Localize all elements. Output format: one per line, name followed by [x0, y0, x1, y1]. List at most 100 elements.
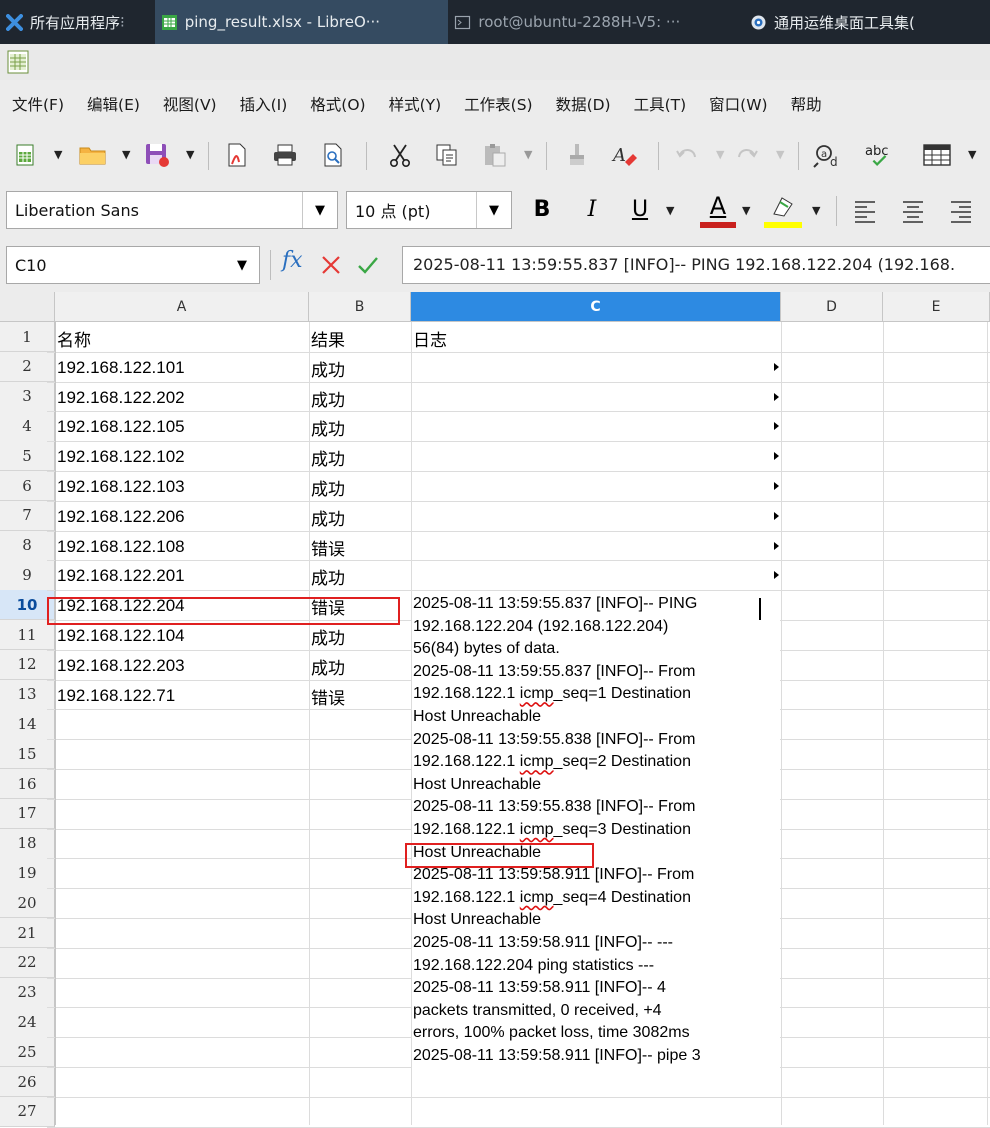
menu-file[interactable]: 文件(F)	[12, 93, 64, 115]
cell-name[interactable]: 192.168.122.108	[48, 537, 185, 557]
print-preview-button[interactable]	[318, 140, 348, 170]
italic-button[interactable]: I	[578, 196, 606, 224]
open-dropdown-arrow[interactable]: ▼	[122, 148, 130, 161]
table-button[interactable]	[922, 140, 952, 170]
table-dropdown-arrow[interactable]: ▼	[968, 148, 976, 161]
cell-name[interactable]: 192.168.122.202	[48, 388, 185, 408]
cell-result[interactable]: 成功	[302, 475, 345, 500]
cell-name[interactable]: 192.168.122.105	[48, 417, 185, 437]
find-replace-button[interactable]: ad	[812, 140, 842, 170]
column-header-d[interactable]: D	[781, 292, 883, 322]
cell-name[interactable]: 192.168.122.103	[48, 477, 185, 497]
row-header[interactable]: 14	[0, 709, 55, 740]
column-header-b[interactable]: B	[309, 292, 411, 322]
font-size-dropdown-icon[interactable]: ▼	[476, 192, 511, 228]
row-header[interactable]: 12	[0, 649, 55, 681]
cell-name[interactable]: 192.168.122.203	[48, 656, 185, 676]
menu-data[interactable]: 数据(D)	[556, 93, 611, 115]
row-header[interactable]: 1	[0, 322, 55, 353]
highlight-dropdown-arrow[interactable]: ▼	[812, 204, 820, 217]
menu-window[interactable]: 窗口(W)	[709, 93, 767, 115]
header-cell-result[interactable]: 结果	[302, 326, 345, 351]
row-header[interactable]: 7	[0, 500, 55, 532]
copy-button[interactable]	[432, 140, 462, 170]
row-header[interactable]: 26	[0, 1067, 55, 1098]
clear-formatting-button[interactable]: A	[610, 140, 640, 170]
save-dropdown-arrow[interactable]: ▼	[186, 148, 194, 161]
menu-view[interactable]: 视图(V)	[163, 93, 217, 115]
formula-input[interactable]: 2025-08-11 13:59:55.837 [INFO]-- PING 19…	[402, 246, 990, 284]
row-header[interactable]: 21	[0, 918, 55, 949]
row-header[interactable]: 2	[0, 351, 55, 383]
underline-dropdown-arrow[interactable]: ▼	[666, 204, 674, 217]
new-document-button[interactable]	[10, 140, 40, 170]
cell-result[interactable]: 成功	[302, 386, 345, 411]
cell-result[interactable]: 错误	[302, 535, 345, 560]
cancel-icon[interactable]	[320, 254, 342, 276]
accept-icon[interactable]	[356, 254, 380, 276]
row-header[interactable]: 5	[0, 441, 55, 472]
column-header-e[interactable]: E	[883, 292, 990, 322]
row-header[interactable]: 18	[0, 828, 55, 859]
cell-name[interactable]: 192.168.122.201	[48, 566, 185, 586]
row-header[interactable]: 27	[0, 1096, 55, 1128]
row-header[interactable]: 9	[0, 560, 55, 591]
cell-name[interactable]: 192.168.122.206	[48, 507, 185, 527]
align-right-button[interactable]	[946, 196, 976, 226]
row-header[interactable]: 6	[0, 471, 55, 502]
cell-result[interactable]: 错误	[302, 684, 345, 709]
menu-sheet[interactable]: 工作表(S)	[464, 93, 532, 115]
row-header[interactable]: 15	[0, 739, 55, 770]
print-button[interactable]	[270, 140, 300, 170]
highlight-button[interactable]	[764, 192, 802, 230]
header-cell-log[interactable]: 日志	[404, 326, 447, 351]
select-all-corner[interactable]	[0, 292, 55, 322]
row-header[interactable]: 13	[0, 679, 55, 710]
export-pdf-button[interactable]	[222, 140, 252, 170]
cell-name[interactable]: 192.168.122.104	[48, 626, 185, 646]
menu-edit[interactable]: 编辑(E)	[87, 93, 140, 115]
font-color-dropdown-arrow[interactable]: ▼	[742, 204, 750, 217]
row-header[interactable]: 25	[0, 1037, 55, 1068]
font-name-box[interactable]: Liberation Sans ▼	[6, 191, 338, 229]
cell-result[interactable]: 成功	[302, 654, 345, 679]
cell-result[interactable]: 成功	[302, 505, 345, 530]
new-dropdown-arrow[interactable]: ▼	[54, 148, 62, 161]
cell-result[interactable]: 成功	[302, 415, 345, 440]
font-size-box[interactable]: 10 点 (pt) ▼	[346, 191, 512, 229]
function-wizard-button[interactable]: fx	[282, 248, 303, 273]
font-color-button[interactable]: A	[700, 192, 736, 230]
undo-dropdown-arrow[interactable]: ▼	[716, 148, 724, 161]
header-cell-name[interactable]: 名称	[48, 326, 91, 351]
redo-dropdown-arrow[interactable]: ▼	[776, 148, 784, 161]
column-header-c[interactable]: C	[411, 292, 781, 322]
row-header[interactable]: 8	[0, 530, 55, 561]
row-header[interactable]: 3	[0, 381, 55, 412]
row-header[interactable]: 4	[0, 411, 55, 442]
font-name-dropdown-icon[interactable]: ▼	[302, 192, 337, 228]
cut-button[interactable]	[385, 140, 415, 170]
clone-formatting-button[interactable]	[562, 140, 592, 170]
cell-result[interactable]: 成功	[302, 356, 345, 381]
open-button[interactable]	[78, 140, 108, 170]
taskbar-app-menu[interactable]: 所有应用程序 ⁝	[0, 0, 155, 44]
cell-result[interactable]: 成功	[302, 564, 345, 589]
cell-name[interactable]: 192.168.122.101	[48, 358, 185, 378]
redo-button[interactable]	[732, 140, 762, 170]
spreadsheet-grid[interactable]: A B C D E 1 2 3 4 5 6 7 8 9 10 11 12 13 14 15 16 17 18 19 2…	[0, 292, 990, 1128]
row-header[interactable]: 23	[0, 977, 55, 1008]
cell-result[interactable]: 成功	[302, 445, 345, 470]
name-box[interactable]: C10 ▼	[6, 246, 260, 284]
row-header[interactable]: 19	[0, 858, 55, 889]
spellcheck-button[interactable]: abc	[864, 140, 894, 170]
row-header[interactable]: 16	[0, 769, 55, 800]
taskbar-window-terminal[interactable]: root@ubuntu-2288H-V5: ···	[448, 0, 744, 44]
row-header[interactable]: 20	[0, 888, 55, 919]
row-header[interactable]: 22	[0, 947, 55, 979]
align-left-button[interactable]	[850, 196, 880, 226]
align-center-button[interactable]	[898, 196, 928, 226]
cell-name[interactable]: 192.168.122.102	[48, 447, 185, 467]
row-header[interactable]: 24	[0, 1007, 55, 1038]
column-header-a[interactable]: A	[55, 292, 309, 322]
undo-button[interactable]	[672, 140, 702, 170]
